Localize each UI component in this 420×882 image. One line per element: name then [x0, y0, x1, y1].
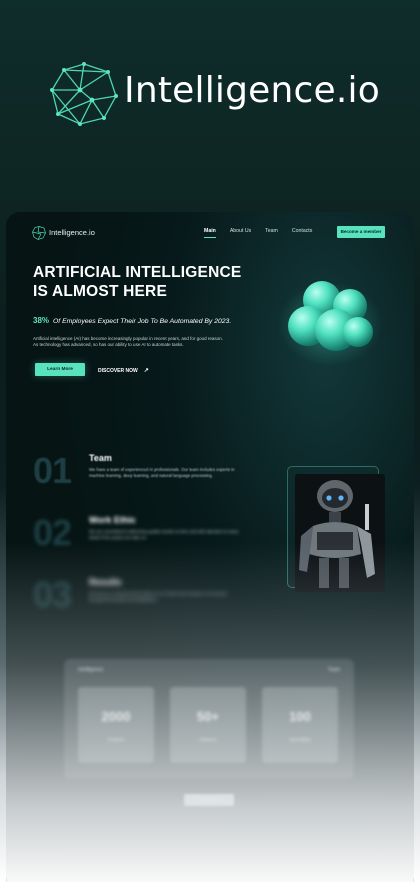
- panel-left-label: Intelligence: [78, 667, 104, 673]
- brand-name: Intelligence.io: [124, 70, 380, 111]
- brand-hero: Intelligence.io: [0, 0, 420, 200]
- network-sphere-logo-icon: [50, 62, 118, 126]
- become-member-button[interactable]: Become a member: [337, 226, 385, 238]
- stat-value: 100: [289, 709, 311, 724]
- stat-caption: Partners: [199, 737, 217, 742]
- section-title: Team: [89, 453, 112, 463]
- contact-button[interactable]: Contact us: [184, 794, 234, 806]
- stat-card: 50+ Partners: [170, 687, 246, 763]
- website-mockup: Intelligence.io Main About Us Team Conta…: [6, 212, 414, 882]
- nav-link-contacts[interactable]: Contacts: [292, 228, 312, 238]
- 3d-blob-illustration: [278, 281, 382, 366]
- robot-image: [295, 474, 385, 592]
- nav-link-team[interactable]: Team: [265, 228, 278, 238]
- stat-text: Of Employees Expect Their Job To Be Auto…: [53, 318, 232, 325]
- hero-title-line-2: IS ALMOST HERE: [33, 283, 167, 300]
- hero-title: ARTIFICIAL INTELLIGENCE IS ALMOST HERE: [33, 263, 263, 301]
- discover-now-link[interactable]: DISCOVER NOW ↗: [98, 367, 149, 374]
- stat-card: 100 Specialists: [262, 687, 338, 763]
- hero-stat: 38% Of Employees Expect Their Job To Be A…: [33, 316, 231, 325]
- section-description: We have a team of experienced AI profess…: [89, 467, 235, 478]
- hero-description: Artificial intelligence (AI) has become …: [33, 336, 223, 348]
- section-results: 03 Results We focus on outcomes that mat…: [33, 574, 273, 615]
- section-title: Work Ethic: [89, 515, 136, 525]
- stat-value: 2000: [101, 709, 131, 724]
- robot-icon: [295, 474, 385, 592]
- discover-label: DISCOVER NOW: [98, 368, 138, 374]
- section-number: 03: [33, 574, 72, 615]
- section-number: 01: [33, 450, 72, 491]
- network-sphere-logo-icon[interactable]: [32, 226, 46, 240]
- nav-brand[interactable]: Intelligence.io: [49, 228, 95, 237]
- learn-more-button[interactable]: Learn More: [35, 363, 85, 376]
- arrow-up-right-icon: ↗: [143, 368, 149, 374]
- hero-title-line-1: ARTIFICIAL INTELLIGENCE: [33, 264, 242, 281]
- section-number: 02: [33, 512, 72, 553]
- stat-card: 2000 Projects: [78, 687, 154, 763]
- section-work-ethic: 02 Work Ethic We are committed to delive…: [33, 512, 273, 553]
- section-team: 01 Team We have a team of experienced AI…: [33, 450, 273, 491]
- nav-link-about-us[interactable]: About Us: [230, 228, 251, 238]
- stat-caption: Specialists: [289, 737, 311, 742]
- panel-right-label: Team: [327, 667, 340, 673]
- section-title: Results: [89, 577, 122, 587]
- section-description: We focus on outcomes that matter to our …: [89, 591, 227, 602]
- stat-value: 50+: [196, 709, 220, 724]
- stats-panel: Intelligence Team 2000 Projects 50+ Part…: [64, 659, 354, 779]
- nav-link-main[interactable]: Main: [204, 228, 216, 238]
- section-description: We are committed to delivering quality r…: [89, 529, 239, 540]
- navbar: Intelligence.io Main About Us Team Conta…: [6, 212, 414, 256]
- stat-percent: 38%: [33, 316, 50, 325]
- stat-caption: Projects: [107, 737, 125, 742]
- nav-links: Main About Us Team Contacts: [204, 228, 312, 238]
